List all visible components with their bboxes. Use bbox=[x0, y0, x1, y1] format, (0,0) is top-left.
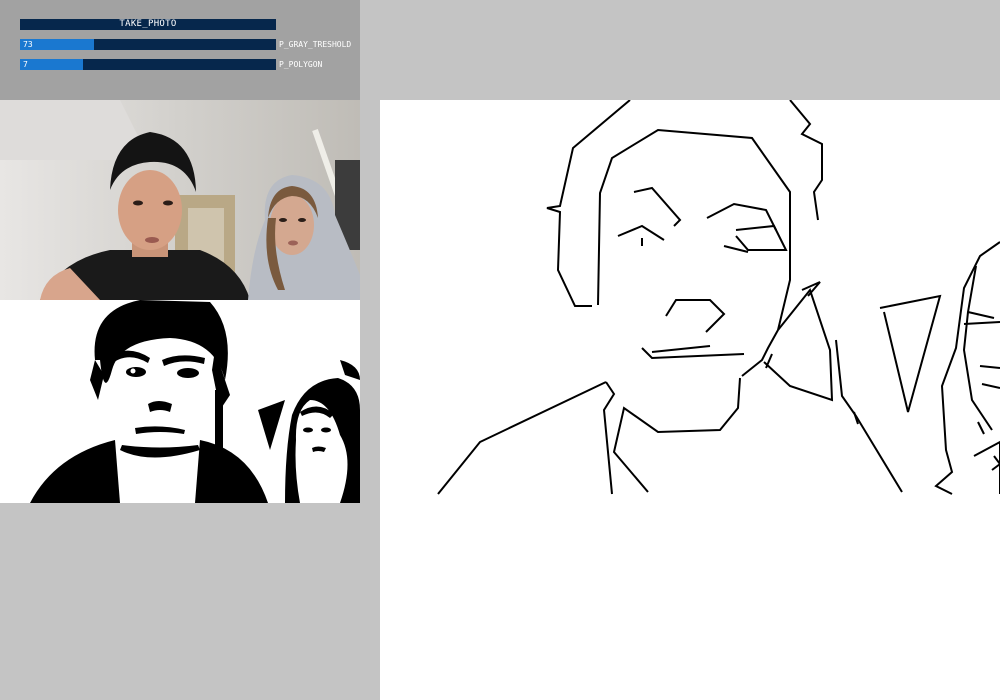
drawn-polygon bbox=[979, 365, 1000, 369]
control-panel: TAKE_PHOTO 73 P_GRAY_TRESHOLD 7 P_POLYGO… bbox=[0, 0, 360, 100]
drawn-polygon bbox=[962, 265, 993, 431]
threshold-preview bbox=[0, 300, 360, 503]
drawn-polygon bbox=[735, 224, 788, 251]
drawn-polygon bbox=[651, 345, 711, 353]
drawn-polygon bbox=[546, 100, 631, 307]
take-photo-button[interactable]: TAKE_PHOTO bbox=[20, 19, 276, 30]
drawn-polygon bbox=[641, 347, 745, 360]
polygon-value: 7 bbox=[23, 60, 28, 69]
drawn-polygon bbox=[963, 321, 1000, 325]
drawn-polygon bbox=[991, 455, 1000, 471]
gray-threshold-slider-row: 73 P_GRAY_TRESHOLD bbox=[20, 39, 360, 50]
gray-threshold-label: P_GRAY_TRESHOLD bbox=[279, 40, 352, 49]
polygon-slider[interactable]: 7 bbox=[20, 59, 276, 70]
threshold-image bbox=[0, 300, 360, 503]
drawn-polygon bbox=[879, 294, 942, 413]
drawn-polygon bbox=[665, 299, 726, 333]
drawn-polygon bbox=[967, 311, 995, 319]
drawn-polygon bbox=[801, 281, 821, 297]
polygon-slider-row: 7 P_POLYGON bbox=[20, 59, 360, 70]
drawn-polygon bbox=[763, 287, 834, 402]
polygon-slider-fill bbox=[20, 59, 83, 70]
gray-threshold-slider[interactable]: 73 bbox=[20, 39, 276, 50]
drawn-polygon bbox=[981, 383, 1000, 389]
polygon-drawing bbox=[437, 100, 1000, 495]
webcam-image bbox=[0, 100, 360, 300]
drawn-polygon bbox=[612, 377, 741, 493]
drawn-polygon bbox=[633, 186, 682, 227]
polygon-label: P_POLYGON bbox=[279, 60, 323, 69]
drawn-polygon bbox=[437, 381, 607, 495]
polygon-drawing-canvas bbox=[380, 100, 1000, 700]
drawn-polygon bbox=[617, 224, 665, 241]
drawn-polygon bbox=[977, 421, 985, 435]
drawn-polygon bbox=[835, 339, 903, 493]
gray-threshold-value: 73 bbox=[23, 40, 33, 49]
drawn-polygon bbox=[789, 100, 823, 221]
drawn-polygon bbox=[602, 381, 616, 495]
webcam-preview bbox=[0, 100, 360, 300]
left-panel: TAKE_PHOTO 73 P_GRAY_TRESHOLD 7 P_POLYGO… bbox=[0, 0, 360, 700]
